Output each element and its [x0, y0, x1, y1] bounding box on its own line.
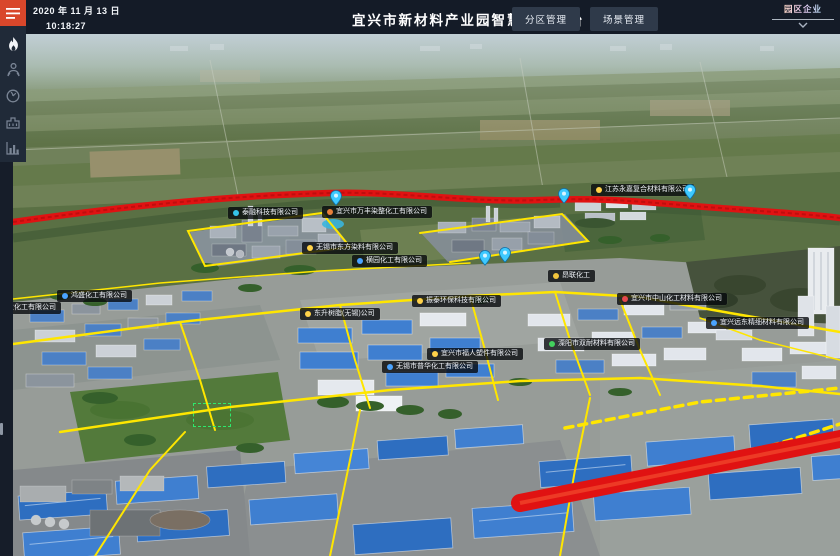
enterprise-marker-icon: [553, 273, 559, 279]
enterprise-marker-icon: [233, 210, 239, 216]
enterprise-label[interactable]: 东升树脂(无锡)公司: [300, 308, 380, 320]
enterprise-label-text: 无锡市东方染料有限公司: [316, 244, 393, 252]
enterprise-marker-icon: [622, 296, 628, 302]
scene-manage-button[interactable]: 场景管理: [590, 7, 658, 31]
header-bar: 2020 年 11 月 13 日 10:18:27 宜兴市新材料产业园智慧管理平…: [0, 0, 840, 34]
enterprise-label[interactable]: 横园化工有限公司: [352, 255, 427, 267]
enterprise-marker-icon: [62, 293, 68, 299]
enterprise-label-text: 宜兴市中山化工材料有限公司: [631, 295, 722, 303]
enterprise-label-text: 江苏永嘉复合材料有限公司: [605, 186, 689, 194]
enterprise-label[interactable]: 江苏永嘉复合材料有限公司: [591, 184, 694, 196]
enterprise-label[interactable]: 溧阳市双耐材料有限公司: [544, 338, 640, 350]
sidebar-item-fire-monitor[interactable]: [0, 31, 26, 57]
enterprise-label[interactable]: 昂联化工: [548, 270, 595, 282]
enterprise-label-text: 昂联化工: [562, 272, 590, 280]
chevron-down-icon: [798, 22, 808, 28]
sidebar-item-personnel[interactable]: [0, 57, 26, 83]
sidebar-scroll-indicator[interactable]: [0, 423, 3, 435]
sidebar-item-dashboard[interactable]: [0, 83, 26, 109]
enterprise-label-text: 振泰环保科技有限公司: [426, 297, 496, 305]
enterprise-label-text: 东升树脂(无锡)公司: [314, 310, 375, 318]
zone-manage-button[interactable]: 分区管理: [512, 7, 580, 31]
enterprise-label[interactable]: 宜兴市福人塑件有限公司: [427, 348, 523, 360]
header-buttons: 分区管理 场景管理: [512, 7, 658, 31]
current-time: 10:18:27: [46, 21, 120, 31]
enterprise-label-text: 无锡市普华化工有限公司: [396, 363, 473, 371]
enterprise-marker-icon: [549, 341, 555, 347]
map-overlay: 鸿盛化工有限公司兴业化工有限公司 泰融科技有限公司 宜兴市万丰染整化工有限公司无锡市…: [13, 34, 840, 556]
enterprise-label[interactable]: 兴业化工有限公司: [13, 302, 61, 314]
menu-icon: [6, 8, 20, 19]
enterprise-label[interactable]: 振泰环保科技有限公司: [412, 295, 501, 307]
factory-icon: [6, 116, 20, 129]
enterprise-marker-icon: [432, 351, 438, 357]
flame-icon: [7, 37, 20, 52]
enterprise-label-text: 横园化工有限公司: [366, 257, 422, 265]
sidebar-collapsed-strip: [0, 162, 13, 556]
sidebar-item-statistics[interactable]: [0, 135, 26, 161]
enterprise-label[interactable]: 宜兴市中山化工材料有限公司: [617, 293, 727, 305]
map-pin-icon[interactable]: [479, 250, 491, 271]
enterprise-label-text: 宜兴市万丰染整化工有限公司: [336, 208, 427, 216]
current-date: 2020 年 11 月 13 日: [33, 4, 120, 17]
enterprise-label-text: 宜兴市福人塑件有限公司: [441, 350, 518, 358]
main-menu-button[interactable]: [0, 0, 26, 26]
enterprise-label-text: 兴业化工有限公司: [13, 304, 56, 312]
map-pin-icon[interactable]: [558, 188, 570, 209]
enterprise-marker-icon: [357, 258, 363, 264]
enterprise-marker-icon: [417, 298, 423, 304]
person-icon: [7, 63, 20, 77]
enterprise-label-text: 泰融科技有限公司: [242, 209, 298, 217]
enterprise-marker-icon: [596, 187, 602, 193]
enterprise-label[interactable]: 泰融科技有限公司: [228, 207, 303, 219]
park-enterprise-dropdown[interactable]: 园区企业: [770, 3, 836, 28]
enterprise-label[interactable]: 宜兴远东精细材料有限公司: [706, 317, 809, 329]
header-datetime: 2020 年 11 月 13 日 10:18:27: [33, 4, 120, 31]
enterprise-marker-icon: [307, 245, 313, 251]
map-selection-box[interactable]: [193, 403, 231, 427]
sidebar-item-enterprise[interactable]: [0, 109, 26, 135]
enterprise-marker-icon: [711, 320, 717, 326]
sidebar: [0, 26, 26, 162]
bar-chart-icon: [6, 142, 20, 155]
enterprise-marker-icon: [387, 364, 393, 370]
map-viewport[interactable]: 鸿盛化工有限公司兴业化工有限公司 泰融科技有限公司 宜兴市万丰染整化工有限公司无锡市…: [13, 34, 840, 556]
enterprise-label[interactable]: 无锡市普华化工有限公司: [382, 361, 478, 373]
map-pin-icon[interactable]: [330, 190, 342, 211]
enterprise-marker-icon: [305, 311, 311, 317]
enterprise-label[interactable]: 无锡市东方染料有限公司: [302, 242, 398, 254]
enterprise-label-text: 溧阳市双耐材料有限公司: [558, 340, 635, 348]
enterprise-label-text: 鸿盛化工有限公司: [71, 292, 127, 300]
map-pin-icon[interactable]: [684, 184, 696, 205]
dropdown-underline: [772, 19, 834, 20]
park-enterprise-label: 园区企业: [784, 3, 822, 15]
gauge-icon: [6, 89, 20, 103]
map-pin-icon[interactable]: [499, 247, 511, 268]
enterprise-label[interactable]: 鸿盛化工有限公司: [57, 290, 132, 302]
enterprise-label-text: 宜兴远东精细材料有限公司: [720, 319, 804, 327]
